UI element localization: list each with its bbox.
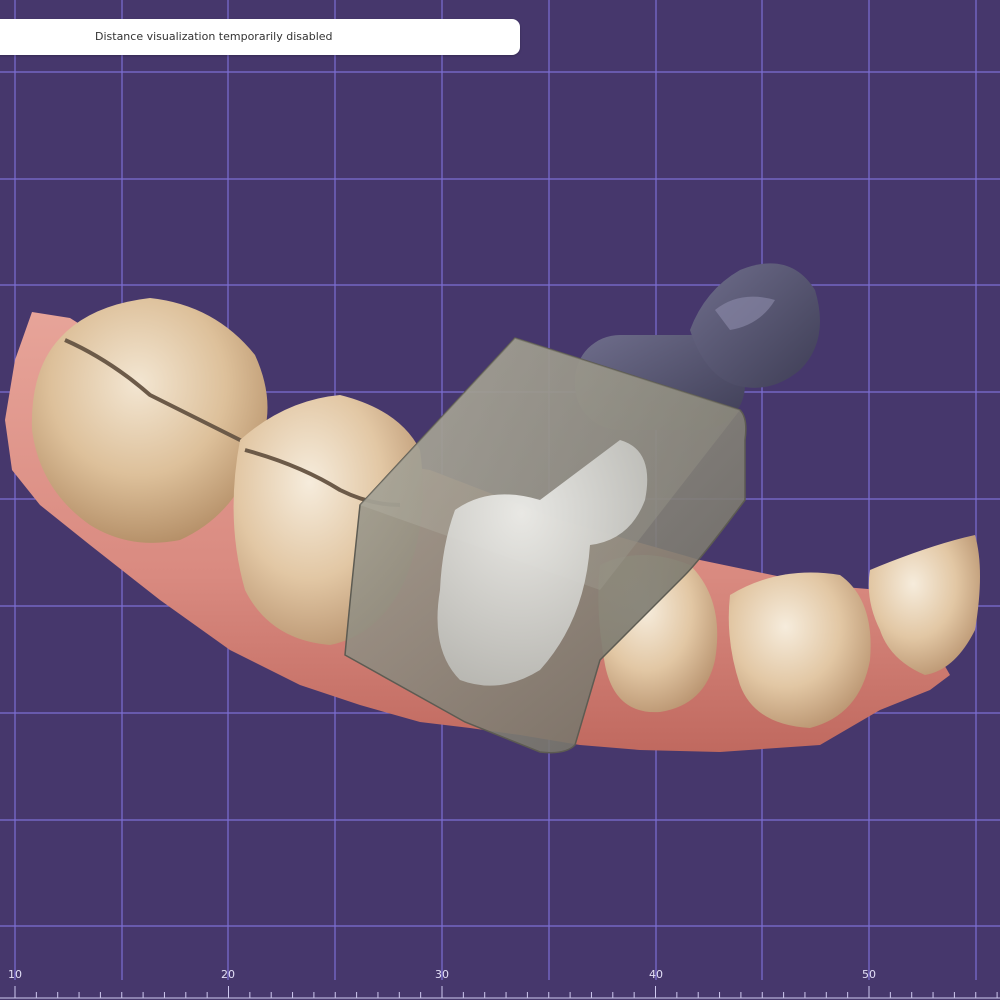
ruler-label: 10 <box>8 968 22 981</box>
ruler-label: 40 <box>649 968 663 981</box>
status-notice: Distance visualization temporarily disab… <box>0 19 520 55</box>
ruler-label: 20 <box>221 968 235 981</box>
dental-scan-scene[interactable] <box>0 0 1000 1000</box>
3d-viewport[interactable]: Distance visualization temporarily disab… <box>0 0 1000 1000</box>
ruler-label: 30 <box>435 968 449 981</box>
notice-text: Distance visualization temporarily disab… <box>95 30 333 43</box>
ruler <box>0 986 1000 999</box>
ruler-label: 50 <box>862 968 876 981</box>
